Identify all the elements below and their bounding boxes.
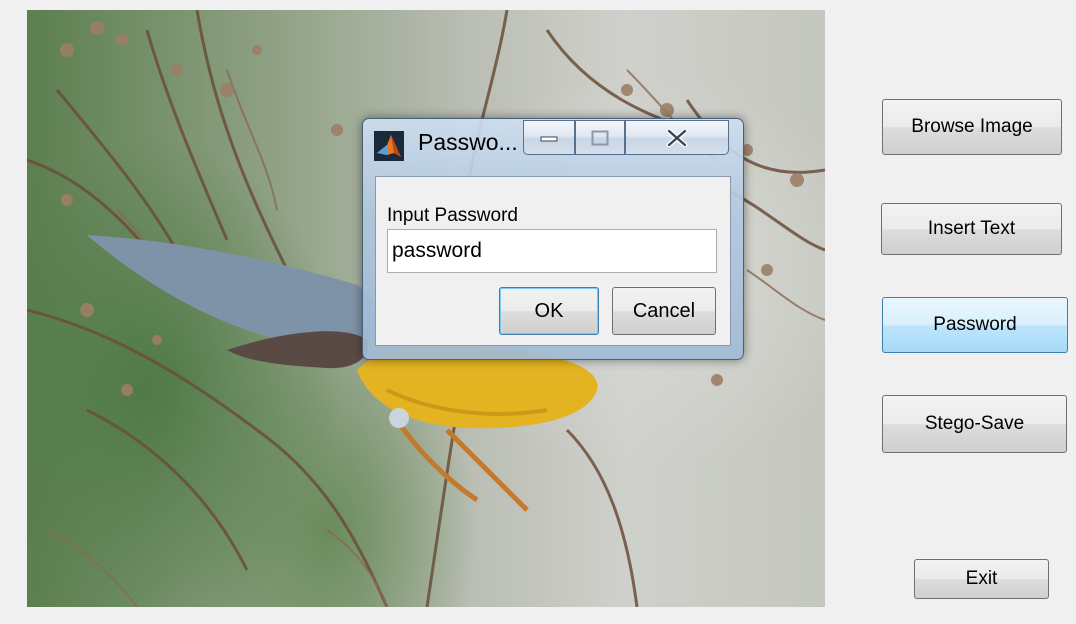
- minimize-icon[interactable]: [523, 120, 575, 155]
- dialog-title: Passwo...: [418, 129, 518, 155]
- cancel-button[interactable]: Cancel: [612, 287, 716, 335]
- password-dialog: Passwo... Input Password password OK Can…: [362, 118, 744, 360]
- caption-buttons: [523, 120, 729, 155]
- password-button[interactable]: Password: [882, 297, 1068, 353]
- insert-text-button[interactable]: Insert Text: [881, 203, 1062, 255]
- password-input[interactable]: password: [387, 229, 717, 273]
- dialog-body: Input Password password OK Cancel: [375, 176, 731, 346]
- password-prompt-label: Input Password: [387, 205, 518, 226]
- close-icon[interactable]: [625, 120, 729, 155]
- ok-button[interactable]: OK: [499, 287, 599, 335]
- stego-save-button[interactable]: Stego-Save: [882, 395, 1067, 453]
- browse-image-button[interactable]: Browse Image: [882, 99, 1062, 155]
- matlab-icon: [374, 131, 404, 161]
- maximize-icon[interactable]: [575, 120, 625, 155]
- exit-button[interactable]: Exit: [914, 559, 1049, 599]
